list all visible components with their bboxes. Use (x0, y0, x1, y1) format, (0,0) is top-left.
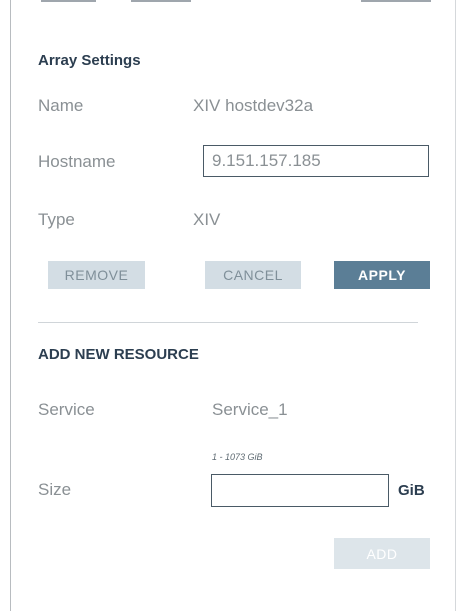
add-new-resource-title: ADD NEW RESOURCE (38, 346, 199, 363)
name-value: XIV hostdev32a (193, 96, 314, 115)
top-tab-indicator (41, 0, 96, 2)
hostname-input[interactable] (203, 145, 429, 177)
service-value: Service_1 (212, 400, 288, 419)
top-tab-indicator (361, 0, 431, 2)
top-tab-indicator (131, 0, 191, 2)
size-input[interactable] (211, 474, 389, 507)
array-settings-panel (10, 0, 456, 611)
type-value: XIV (193, 210, 221, 229)
hostname-label: Hostname (38, 152, 116, 171)
cancel-button[interactable]: CANCEL (205, 261, 301, 289)
array-settings-title: Array Settings (38, 52, 141, 69)
apply-button[interactable]: APPLY (334, 261, 430, 289)
add-button[interactable]: ADD (334, 538, 430, 569)
service-label: Service (38, 400, 95, 419)
size-label: Size (38, 480, 72, 499)
remove-button[interactable]: REMOVE (48, 261, 145, 289)
type-label: Type (38, 210, 75, 229)
name-label: Name (38, 96, 84, 115)
section-divider (38, 322, 418, 323)
size-range-hint: 1 - 1073 GiB (212, 452, 263, 462)
size-unit-label: GiB (398, 482, 425, 499)
